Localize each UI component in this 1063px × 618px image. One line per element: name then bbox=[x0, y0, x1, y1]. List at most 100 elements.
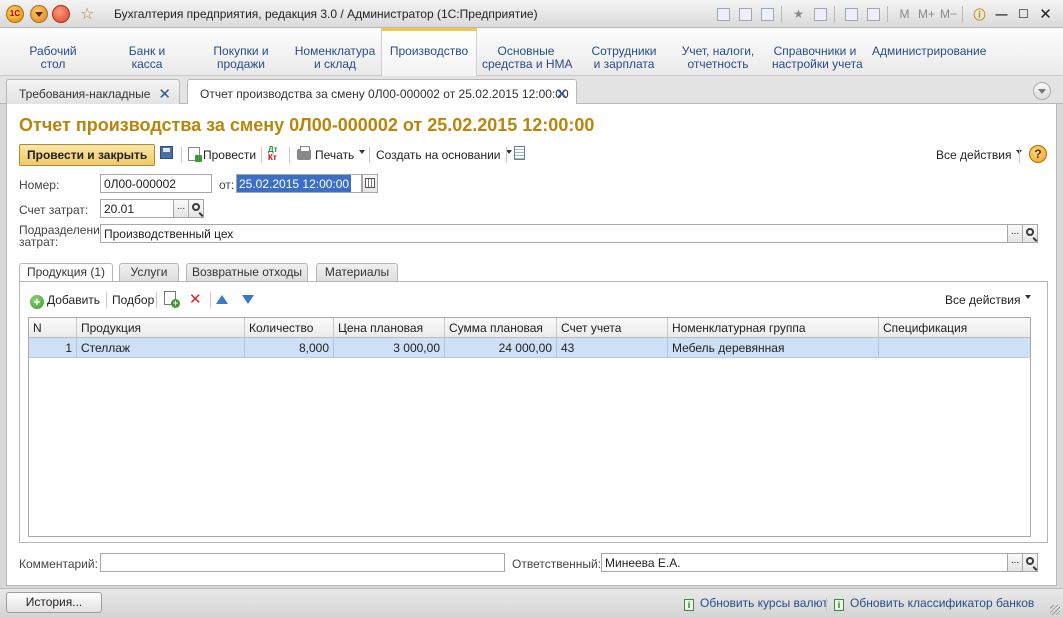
responsible-choice-button[interactable]: ... bbox=[1007, 553, 1023, 572]
post-and-close-button[interactable]: Провести и закрыть bbox=[19, 144, 156, 166]
divider bbox=[962, 6, 963, 22]
main-menu-button[interactable] bbox=[30, 5, 48, 23]
cell-specification[interactable] bbox=[879, 338, 1030, 358]
column-header[interactable]: Количество bbox=[245, 318, 334, 338]
cell-nomenclature-group[interactable]: Мебель деревянная bbox=[668, 338, 879, 358]
products-table[interactable]: N Продукция Количество Цена плановая Сум… bbox=[28, 317, 1031, 537]
update-bank-classifier-link[interactable]: i Обновить классификатор банков bbox=[834, 596, 1034, 611]
window-tab-requirements[interactable]: Требования-накладные ✕ bbox=[6, 79, 180, 105]
history-icon[interactable] bbox=[811, 5, 830, 24]
command-bar: Провести и закрыть Провести Дт Кт Печать … bbox=[19, 144, 1047, 166]
pick-button[interactable]: Подбор bbox=[112, 291, 154, 309]
column-header[interactable]: Номенклатурная группа bbox=[668, 318, 879, 338]
column-header[interactable]: Цена плановая bbox=[334, 318, 445, 338]
department-open-button[interactable] bbox=[1022, 224, 1038, 243]
copy-button[interactable] bbox=[164, 291, 180, 309]
column-header[interactable]: Сумма плановая bbox=[445, 318, 557, 338]
table-row[interactable]: 1 Стеллаж 8,000 3 000,00 24 000,00 43 Ме… bbox=[29, 338, 1030, 358]
divider bbox=[181, 147, 182, 163]
m-plus-icon[interactable]: M+ bbox=[917, 5, 936, 24]
help-icon[interactable]: ? bbox=[1029, 145, 1047, 163]
calendar-icon[interactable] bbox=[864, 5, 883, 24]
section-accounting-taxes[interactable]: Учет, налоги, отчетность bbox=[678, 28, 758, 76]
calendar-button[interactable] bbox=[362, 174, 378, 193]
column-header[interactable]: Продукция bbox=[77, 318, 245, 338]
section-administration[interactable]: Администрирование bbox=[872, 28, 986, 76]
table-all-actions-dropdown[interactable]: Все действия bbox=[945, 291, 1031, 309]
cell-n[interactable]: 1 bbox=[29, 338, 77, 358]
section-purchases-sales[interactable]: Покупки и продажи bbox=[200, 28, 282, 76]
responsible-open-button[interactable] bbox=[1022, 553, 1038, 572]
cost-account-open-button[interactable] bbox=[188, 199, 204, 218]
calculator-icon[interactable] bbox=[842, 5, 861, 24]
section-bank-cash[interactable]: Банк и касса bbox=[108, 28, 186, 76]
tab-returnable-waste[interactable]: Возвратные отходы bbox=[186, 263, 308, 281]
dt-kt-icon: Дт Кт bbox=[268, 145, 278, 162]
number-field[interactable]: 0Л00-000002 bbox=[100, 174, 212, 193]
move-up-button[interactable] bbox=[216, 291, 228, 309]
column-header[interactable]: Счет учета bbox=[557, 318, 668, 338]
delete-button[interactable]: ✕ bbox=[189, 291, 202, 309]
tab-products[interactable]: Продукция (1) bbox=[19, 263, 113, 282]
date-field[interactable]: 25.02.2015 12:00:00 bbox=[236, 174, 362, 193]
info-icon: i bbox=[684, 599, 694, 611]
section-production[interactable]: Производство bbox=[381, 28, 477, 76]
add-button[interactable]: + Добавить bbox=[30, 291, 100, 309]
dt-kt-button[interactable]: Дт Кт bbox=[268, 146, 278, 164]
department-field[interactable]: Производственный цех bbox=[100, 224, 1008, 243]
window-tab-production-report[interactable]: Отчет производства за смену 0Л00-000002 … bbox=[187, 79, 577, 105]
department-choice-button[interactable]: ... bbox=[1007, 224, 1023, 243]
comment-field[interactable] bbox=[100, 553, 505, 572]
close-tab-icon[interactable]: ✕ bbox=[158, 85, 171, 103]
column-header[interactable]: N bbox=[29, 318, 77, 338]
tab-services[interactable]: Услуги bbox=[119, 263, 179, 281]
cell-planned-sum[interactable]: 24 000,00 bbox=[445, 338, 557, 358]
divider bbox=[834, 6, 835, 22]
cost-account-choice-button[interactable]: ... bbox=[173, 199, 189, 218]
create-based-on-dropdown[interactable]: Создать на основании bbox=[376, 146, 512, 164]
cell-product[interactable]: Стеллаж bbox=[77, 338, 245, 358]
save-icon bbox=[160, 146, 173, 159]
history-button[interactable]: История... bbox=[6, 592, 102, 613]
all-actions-dropdown[interactable]: Все действия bbox=[936, 146, 1022, 164]
tab-materials[interactable]: Материалы bbox=[316, 263, 398, 281]
windows-list-dropdown-icon[interactable] bbox=[1033, 82, 1051, 100]
divider bbox=[781, 6, 782, 22]
section-nomenclature-warehouse[interactable]: Номенклатура и склад bbox=[294, 28, 376, 76]
post-button[interactable]: Провести bbox=[188, 146, 256, 164]
divider bbox=[369, 147, 370, 163]
cost-account-field[interactable]: 20.01 bbox=[100, 199, 174, 218]
print-dropdown[interactable]: Печать bbox=[297, 146, 365, 164]
back-button[interactable] bbox=[52, 5, 70, 23]
section-staff-salary[interactable]: Сотрудники и зарплата bbox=[584, 28, 664, 76]
minimize-icon[interactable]: — bbox=[992, 5, 1011, 24]
close-tab-icon[interactable]: ✕ bbox=[555, 85, 568, 103]
close-icon[interactable]: ✕ bbox=[1036, 5, 1055, 24]
favorites-icon[interactable]: ★ bbox=[789, 5, 808, 24]
section-fixed-assets[interactable]: Основные средства и НМА bbox=[482, 28, 573, 76]
resize-grip[interactable] bbox=[1050, 605, 1060, 615]
section-desktop[interactable]: Рабочий стол bbox=[14, 28, 92, 76]
structure-button[interactable] bbox=[514, 146, 525, 164]
divider bbox=[156, 292, 157, 308]
print-icon[interactable] bbox=[736, 5, 755, 24]
m-minus-icon[interactable]: M− bbox=[939, 5, 958, 24]
divider bbox=[106, 292, 107, 308]
maximize-icon[interactable]: ☐ bbox=[1014, 5, 1033, 24]
update-currency-rates-link[interactable]: i Обновить курсы валют bbox=[684, 596, 828, 611]
cell-quantity[interactable]: 8,000 bbox=[245, 338, 334, 358]
responsible-field[interactable]: Минеева Е.А. bbox=[601, 553, 1008, 572]
column-header[interactable]: Спецификация bbox=[879, 318, 1030, 338]
save-icon[interactable] bbox=[714, 5, 733, 24]
save-button[interactable] bbox=[160, 146, 173, 164]
1c-logo[interactable]: 1С bbox=[6, 5, 24, 23]
cell-planned-price[interactable]: 3 000,00 bbox=[334, 338, 445, 358]
info-icon[interactable]: ⓘ bbox=[970, 5, 989, 24]
cell-account[interactable]: 43 bbox=[557, 338, 668, 358]
move-down-button[interactable] bbox=[242, 291, 254, 309]
search-icon bbox=[1026, 228, 1034, 236]
favorites-star-icon[interactable]: ☆ bbox=[80, 4, 94, 24]
section-references-settings[interactable]: Справочники и настройки учета bbox=[772, 28, 863, 76]
preview-icon[interactable] bbox=[758, 5, 777, 24]
m-memory-icon[interactable]: M bbox=[895, 5, 914, 24]
